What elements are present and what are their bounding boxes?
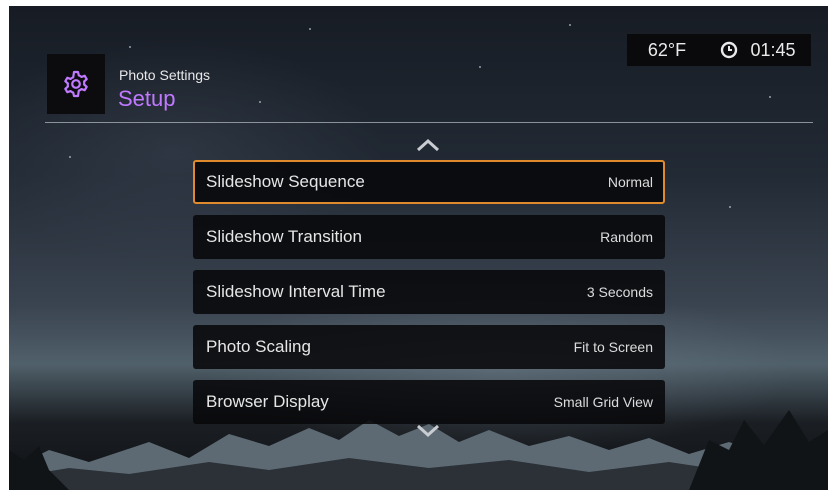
menu-item-label: Browser Display [206,392,329,411]
temperature-value: 62°F [647,39,687,60]
page-title: Setup [118,86,176,111]
settings-menu: Slideshow Sequence Normal Slideshow Tran… [193,160,665,435]
menu-item-label: Slideshow Transition [206,227,362,246]
star [129,46,131,48]
star [309,28,311,30]
star [259,101,261,103]
menu-item-value: Random [600,229,653,245]
temperature-display: 62°F [627,34,707,66]
menu-item-value: Small Grid View [553,394,653,410]
menu-item-value: Normal [607,174,653,190]
menu-item-value: Fit to Screen [573,339,653,355]
scroll-up-icon[interactable] [415,138,441,152]
star [729,206,731,208]
menu-item-label: Slideshow Interval Time [206,282,386,301]
tv-screen: 62°F 01:45 Photo Settings Setup Slidesho… [9,6,828,490]
menu-item-value: 3 Seconds [586,284,653,300]
star [69,156,71,158]
clock-display: 01:45 [705,34,811,66]
header-divider [45,122,813,123]
star [479,66,481,68]
settings-icon-tile [47,54,105,114]
menu-item-photo-scaling[interactable]: Photo Scaling Fit to Screen [193,325,665,369]
menu-item-slideshow-sequence[interactable]: Slideshow Sequence Normal [193,160,665,204]
gear-icon [64,70,88,98]
menu-item-label: Photo Scaling [206,337,311,356]
menu-item-slideshow-interval-time[interactable]: Slideshow Interval Time 3 Seconds [193,270,665,314]
menu-item-label: Slideshow Sequence [206,172,365,191]
star [569,24,571,26]
star [769,96,771,98]
clock-time: 01:45 [750,39,796,60]
clock-icon [721,41,738,59]
scroll-down-icon[interactable] [415,424,441,438]
section-label: Photo Settings [119,67,211,83]
menu-item-browser-display[interactable]: Browser Display Small Grid View [193,380,665,424]
menu-item-slideshow-transition[interactable]: Slideshow Transition Random [193,215,665,259]
